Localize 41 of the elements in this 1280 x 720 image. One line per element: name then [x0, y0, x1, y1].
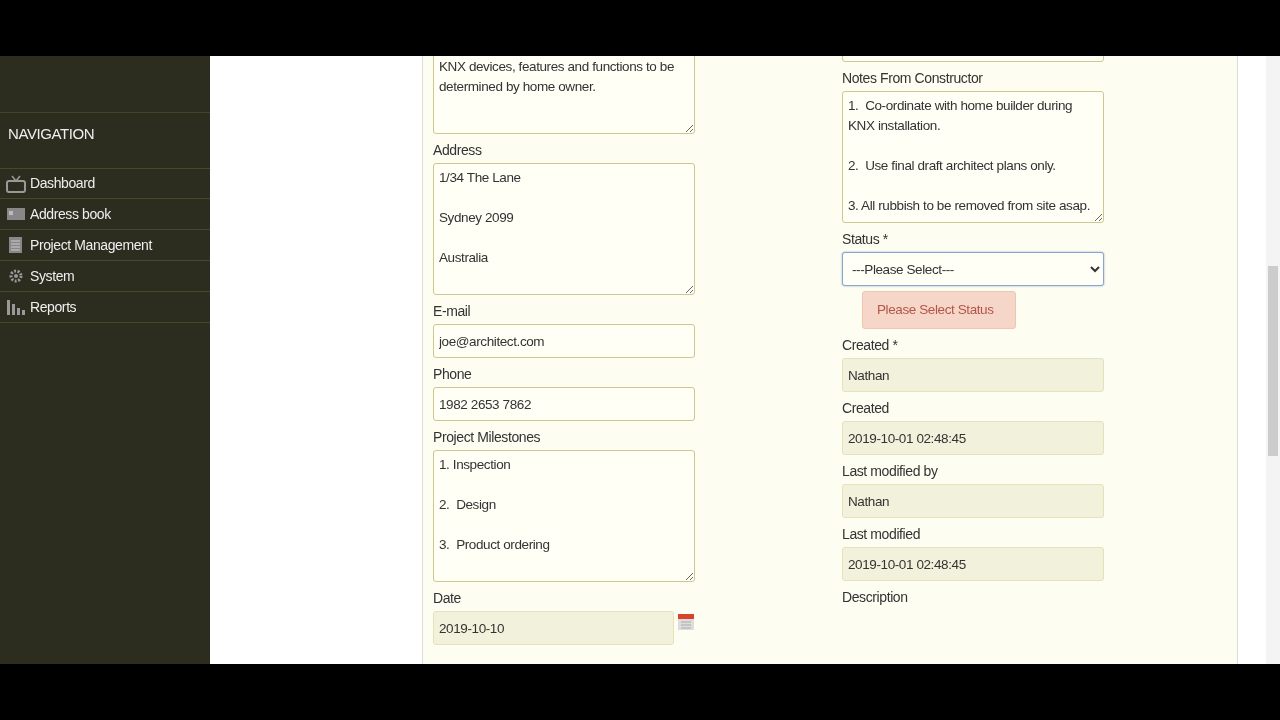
status-dropdown[interactable]: ---Please Select--- [842, 252, 1104, 286]
sidebar-item[interactable]: Project Management [0, 230, 210, 261]
field-label: E-mail [433, 303, 472, 319]
field-label: Created * [842, 337, 899, 354]
text-area[interactable]: 1/34 The Lane Sydney 2099 Australia [433, 163, 695, 295]
field-label: Date [433, 590, 462, 606]
field-label: Description [842, 589, 909, 606]
input-field[interactable]: 2019-10-01 02:48:45 [842, 421, 1104, 456]
field-label: Notes From Constructor [842, 70, 984, 86]
sidebar-item[interactable]: Reports [0, 292, 210, 323]
field-label: Address [433, 142, 483, 158]
sidebar-item-label[interactable]: Project Management [30, 234, 152, 256]
text-area[interactable]: 1. Inspection 2. Design 3. Product ordering [433, 450, 695, 582]
field-label: Phone [433, 366, 473, 382]
sidebar-item[interactable]: System [0, 261, 210, 292]
field-label: Status * [842, 231, 889, 247]
date-field[interactable]: 2019-10-10 [433, 611, 674, 645]
input-field[interactable]: Nathan [842, 484, 1104, 519]
bar-chart-icon [6, 298, 26, 316]
field-label: Last modified by [842, 463, 939, 480]
sidebar-item-label[interactable]: Reports [30, 296, 77, 318]
text-area[interactable]: 1. Co-ordinate with home builder during KNX installation. 2. Use final draft architect plans only. 3. All rubbish to be removed from site asap. [842, 91, 1104, 223]
navigation-heading: NAVIGATION [7, 124, 96, 144]
error-message: Please Select Status [862, 291, 1016, 330]
card-icon [6, 206, 26, 222]
input-field[interactable]: 2019-10-01 02:48:45 [842, 547, 1104, 582]
input-field[interactable]: 1982 2653 7862 [433, 387, 695, 421]
sidebar-item-label[interactable]: System [30, 265, 75, 287]
sidebar-item-label[interactable]: Address book [30, 203, 111, 225]
input-field[interactable]: joe@architect.com [433, 324, 695, 358]
text-area[interactable]: KNX devices, features and functions to be determined by home owner. [433, 56, 695, 134]
sidebar-item[interactable]: Address book [0, 199, 210, 230]
field-label: Created [842, 400, 890, 417]
calendar-icon[interactable] [677, 611, 695, 631]
sidebar-item-label[interactable]: Dashboard [30, 173, 95, 194]
sidebar-item[interactable]: Dashboard [0, 168, 210, 199]
field-label: Last modified [842, 526, 922, 543]
tv-icon [6, 174, 26, 193]
field-label: Project Milestones [433, 429, 542, 445]
scrollbar[interactable] [1266, 56, 1280, 664]
input-field[interactable]: Nathan [842, 358, 1104, 393]
